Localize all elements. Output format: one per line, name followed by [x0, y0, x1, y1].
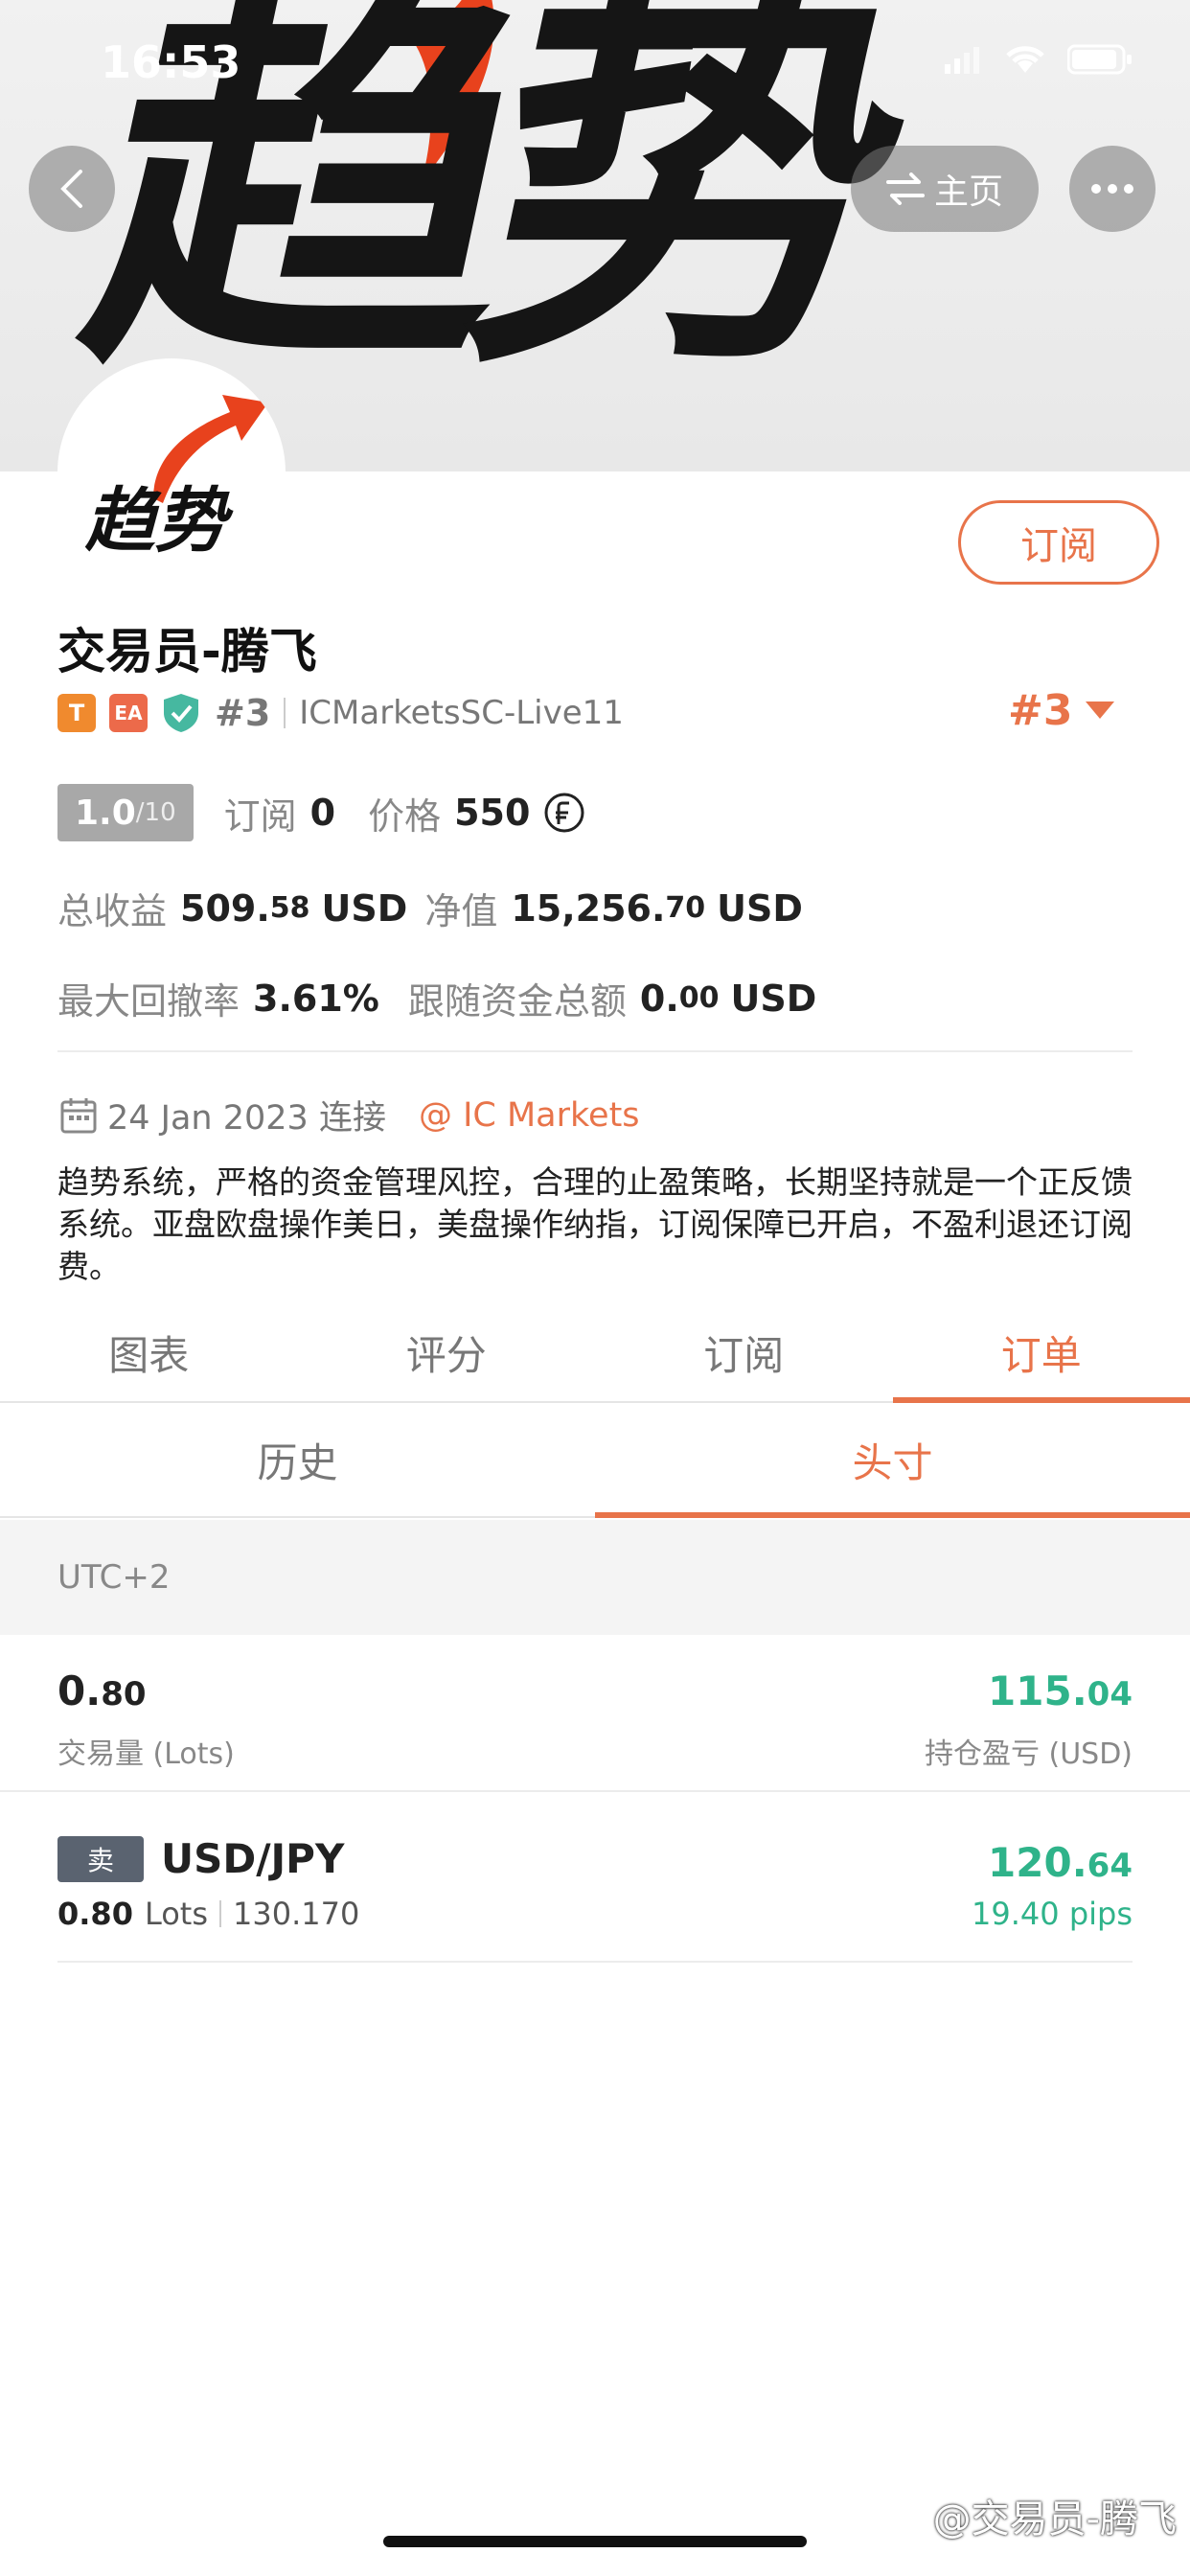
timezone-label: UTC+2 — [57, 1558, 171, 1597]
score-badge: 1.0/10 — [57, 784, 194, 841]
pnl-int: 115. — [988, 1668, 1087, 1714]
connect-date: 24 Jan 2023 连接 — [107, 1099, 386, 1138]
score-main: 1.0 — [75, 793, 136, 833]
tab-orders[interactable]: 订单 — [892, 1303, 1190, 1403]
broker-name: IC Markets — [463, 1095, 640, 1135]
pnl-caption: 持仓盈亏 (USD) — [924, 1737, 1133, 1771]
home-label: 主页 — [933, 172, 1003, 212]
order-symbol: USD/JPY — [161, 1835, 345, 1882]
subscribe-count: 0 — [309, 792, 336, 834]
tag-divider — [284, 698, 286, 728]
pnl-value: 115.04 — [925, 1668, 1133, 1714]
lots-value: 0.80 — [57, 1668, 235, 1714]
order-divider — [219, 1900, 222, 1927]
order-side-badge: 卖 — [57, 1835, 144, 1882]
order-pips: 19.40 pips — [972, 1896, 1133, 1932]
order-price: 130.170 — [233, 1896, 360, 1932]
total-profit-int: 509. — [180, 886, 270, 930]
tab-chart[interactable]: 图表 — [0, 1303, 298, 1401]
home-indicator[interactable] — [383, 2536, 807, 2547]
subtab-history[interactable]: 历史 — [0, 1403, 595, 1516]
follow-funds-unit: USD — [730, 977, 817, 1020]
summary-lots: 0.80 交易量 (Lots) — [57, 1668, 235, 1772]
avatar[interactable]: 趋势 — [57, 358, 286, 586]
subscribe-count-label: 订阅 — [223, 794, 297, 838]
battery-icon — [1067, 44, 1132, 75]
total-profit-label: 总收益 — [57, 890, 168, 932]
lots-dec: 80 — [101, 1675, 147, 1714]
subscribe-button[interactable]: 订阅 — [958, 500, 1159, 585]
back-button[interactable] — [29, 146, 115, 232]
max-drawdown-label: 最大回撤率 — [57, 980, 240, 1023]
equity-dec: 70 — [665, 891, 706, 925]
follow-funds-dec: 00 — [678, 981, 720, 1015]
trader-tags: T EA #3 ICMarketsSC-Live11 — [57, 690, 624, 736]
summary-pnl: 115.04 持仓盈亏 (USD) — [925, 1668, 1133, 1772]
divider — [57, 1050, 1133, 1052]
equity-label: 净值 — [424, 890, 498, 932]
lots-caption: 交易量 (Lots) — [57, 1737, 235, 1771]
status-time: 16:53 — [101, 36, 241, 88]
timezone-bar — [0, 1520, 1190, 1635]
follow-funds-int: 0. — [639, 977, 679, 1020]
order-row[interactable]: 卖 USD/JPY 0.80 Lots 130.170 120.64 19.40… — [57, 1835, 1133, 1932]
order-profit-dec: 64 — [1087, 1847, 1133, 1885]
stats-row-score: 1.0/10 订阅 0 价格 550 — [57, 784, 585, 841]
max-drawdown-value: 3.61% — [253, 977, 379, 1020]
total-profit-dec: 58 — [269, 891, 310, 925]
rank-big: #3 — [1008, 686, 1073, 735]
connect-date-row: 24 Jan 2023 连接 @ IC Markets — [59, 1091, 640, 1139]
price-label: 价格 — [368, 794, 442, 838]
stats-row-profit: 总收益 509. 58 USD 净值 15,256. 70 USD — [57, 882, 803, 934]
order-lots-unit: Lots — [144, 1896, 209, 1932]
tag-t: T — [57, 694, 96, 732]
pnl-dec: 04 — [1087, 1675, 1133, 1714]
tab-subscribe[interactable]: 订阅 — [595, 1303, 893, 1401]
wifi-icon — [1006, 46, 1044, 73]
price-value: 550 — [454, 792, 531, 834]
divider — [0, 1790, 1190, 1792]
order-subtabs: 历史 头寸 — [0, 1403, 1190, 1518]
main-tabs: 图表 评分 订阅 订单 — [0, 1303, 1190, 1403]
order-profit: 120.64 19.40 pips — [972, 1839, 1133, 1932]
signal-icon — [945, 47, 979, 74]
more-dots-icon — [1091, 184, 1133, 194]
switch-icon — [885, 172, 925, 205]
equity-unit: USD — [717, 886, 803, 930]
server-name: ICMarketsSC-Live11 — [299, 694, 624, 732]
stats-row-drawdown: 最大回撤率 3.61% 跟随资金总额 0. 00 USD — [57, 972, 816, 1024]
rank-dropdown[interactable]: #3 — [1008, 686, 1115, 735]
status-icons — [945, 44, 1133, 75]
broker-link[interactable]: @ IC Markets — [419, 1096, 640, 1135]
subtab-positions[interactable]: 头寸 — [595, 1403, 1190, 1518]
equity-int: 15,256. — [511, 886, 666, 930]
more-button[interactable] — [1069, 146, 1156, 232]
watermark: @交易员-腾飞 — [932, 2497, 1177, 2542]
verified-shield-icon — [164, 694, 198, 732]
follow-funds-label: 跟随资金总额 — [407, 980, 627, 1023]
order-profit-int: 120. — [988, 1839, 1087, 1886]
tab-rating[interactable]: 评分 — [298, 1303, 596, 1401]
caret-down-icon — [1086, 701, 1115, 719]
tag-ea: EA — [109, 694, 148, 732]
order-profit-value: 120.64 — [972, 1839, 1133, 1886]
home-button[interactable]: 主页 — [851, 146, 1039, 232]
score-sub: /10 — [135, 798, 176, 827]
rank-small: #3 — [215, 692, 271, 734]
order-lots: 0.80 — [57, 1896, 133, 1932]
divider — [57, 1961, 1133, 1963]
avatar-text: 趋势 — [79, 480, 243, 563]
trader-name: 交易员-腾飞 — [57, 624, 317, 679]
total-profit-unit: USD — [321, 886, 408, 930]
calendar-icon — [60, 1097, 97, 1133]
strategy-description: 趋势系统，严格的资金管理风控，合理的止盈策略，长期坚持就是一个正反馈系统。亚盘欧… — [57, 1163, 1133, 1285]
lots-int: 0. — [57, 1668, 102, 1714]
currency-coin-icon — [544, 793, 584, 833]
chevron-left-icon — [60, 170, 82, 208]
